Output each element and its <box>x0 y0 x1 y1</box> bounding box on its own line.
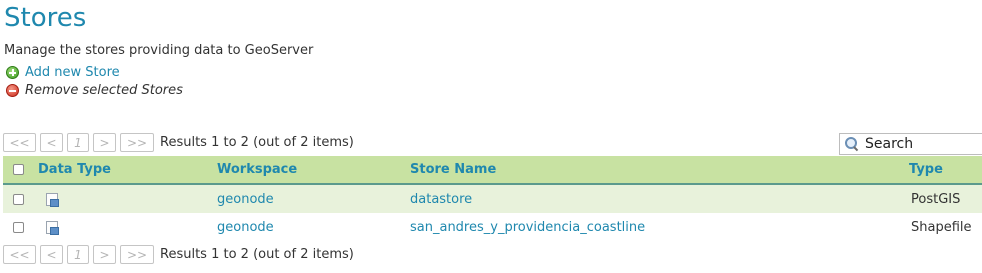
page-title: Stores <box>4 3 87 33</box>
next-page-button[interactable]: > <box>93 245 116 264</box>
select-all-checkbox[interactable] <box>13 164 24 175</box>
workspace-link[interactable]: geonode <box>217 184 410 213</box>
previous-page-button[interactable]: < <box>40 245 63 264</box>
previous-page-button[interactable]: < <box>40 133 63 152</box>
search-box[interactable] <box>839 133 982 155</box>
page-number-button[interactable]: 1 <box>67 245 89 264</box>
vector-store-icon <box>46 221 59 235</box>
header-data-type[interactable]: Data Type <box>38 156 217 184</box>
table-header-row: Data Type Workspace Store Name Type <box>3 156 982 184</box>
first-page-button[interactable]: << <box>3 245 36 264</box>
last-page-button[interactable]: >> <box>120 245 154 264</box>
header-type[interactable]: Type <box>909 156 982 184</box>
add-new-store-link[interactable]: Add new Store <box>6 64 120 80</box>
stores-table: Data Type Workspace Store Name Type geon… <box>3 156 982 242</box>
select-all-cell <box>3 156 38 184</box>
search-input[interactable] <box>865 136 975 152</box>
table-row: geonode san_andres_y_providencia_coastli… <box>3 213 982 242</box>
remove-selected-stores-label[interactable]: Remove selected Stores <box>25 83 183 98</box>
results-summary: Results 1 to 2 (out of 2 items) <box>160 135 354 150</box>
header-workspace[interactable]: Workspace <box>217 156 410 184</box>
row-checkbox[interactable] <box>13 222 24 233</box>
remove-icon <box>6 83 19 97</box>
last-page-button[interactable]: >> <box>120 133 154 152</box>
search-icon <box>845 137 859 151</box>
pager-bottom: << < 1 > >> Results 1 to 2 (out of 2 ite… <box>3 244 354 265</box>
add-new-store-label[interactable]: Add new Store <box>25 65 120 80</box>
header-store-name[interactable]: Store Name <box>410 156 909 184</box>
store-type: Shapefile <box>911 220 972 235</box>
first-page-button[interactable]: << <box>3 133 36 152</box>
store-type: PostGIS <box>911 191 961 207</box>
row-checkbox[interactable] <box>13 193 24 205</box>
remove-selected-stores-link[interactable]: Remove selected Stores <box>6 82 183 98</box>
next-page-button[interactable]: > <box>93 133 116 152</box>
store-name-link[interactable]: san_andres_y_providencia_coastline <box>410 213 909 242</box>
workspace-link[interactable]: geonode <box>217 213 410 242</box>
results-summary: Results 1 to 2 (out of 2 items) <box>160 247 354 262</box>
pager-top: << < 1 > >> Results 1 to 2 (out of 2 ite… <box>3 132 354 153</box>
table-row: geonode datastore PostGIS <box>3 184 982 213</box>
store-name-link[interactable]: datastore <box>410 184 909 213</box>
page-description: Manage the stores providing data to GeoS… <box>4 43 314 58</box>
add-icon <box>6 65 19 79</box>
page-number-button[interactable]: 1 <box>67 133 89 152</box>
vector-store-icon <box>46 192 59 207</box>
